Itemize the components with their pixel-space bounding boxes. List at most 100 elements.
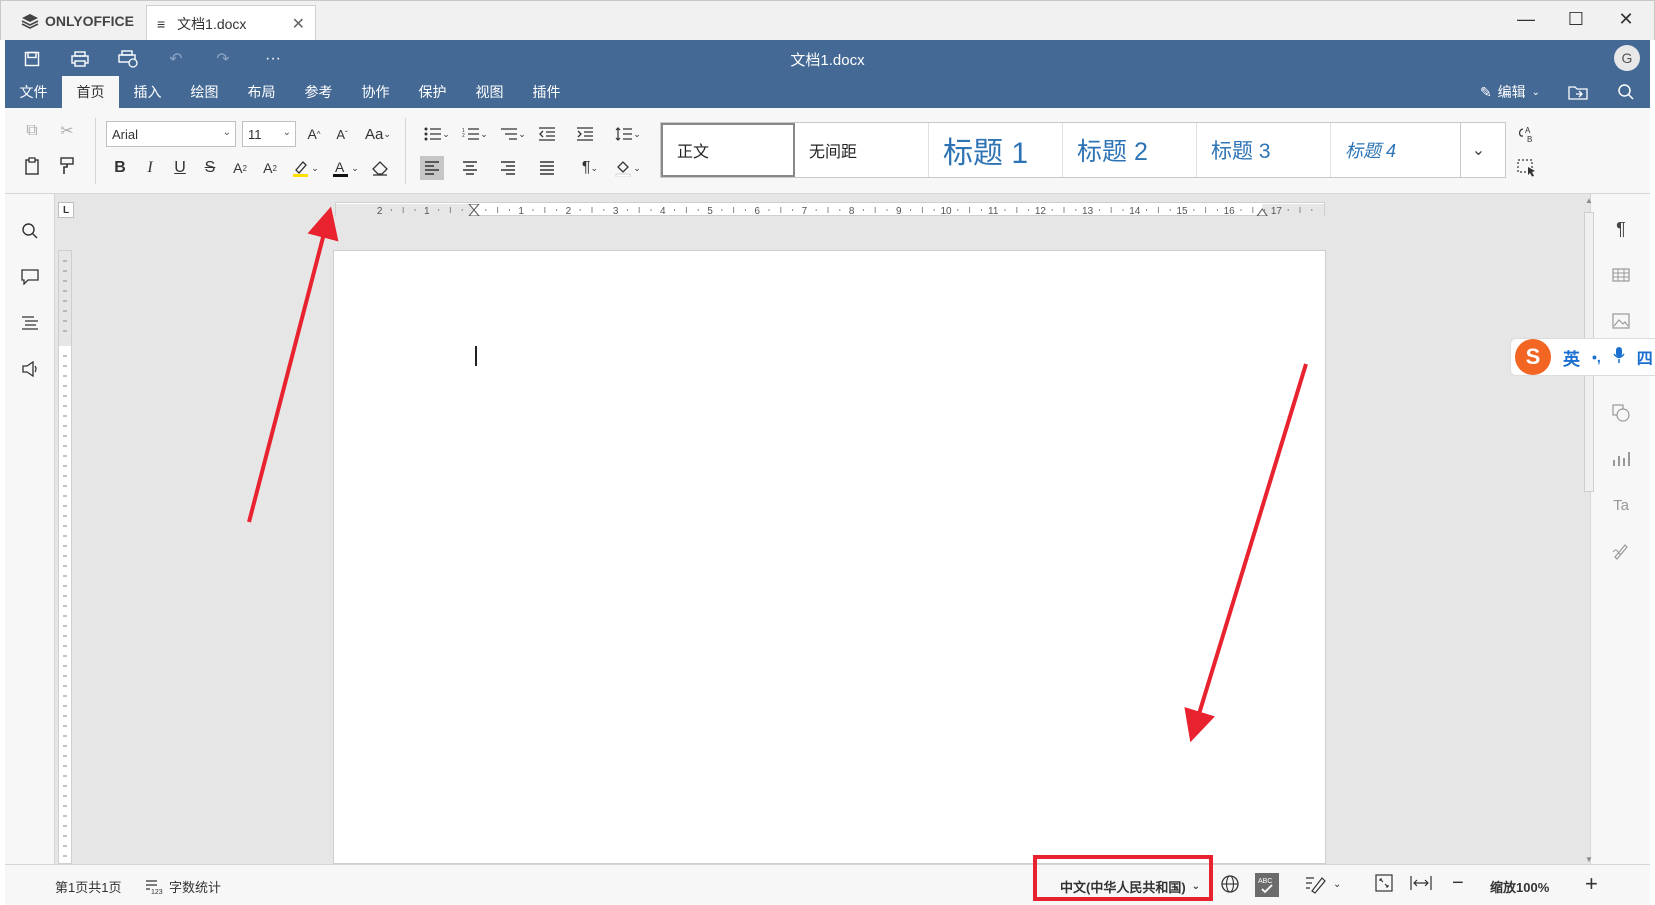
paste-icon[interactable]: [20, 154, 44, 178]
highlight-color-icon[interactable]: ⌄: [288, 156, 322, 180]
shape-settings-icon[interactable]: [1608, 400, 1634, 426]
signature-settings-icon[interactable]: [1608, 538, 1634, 564]
numbering-icon[interactable]: 1 2 ⌄: [458, 122, 492, 146]
style-gallery-expand-button[interactable]: ⌄: [1460, 122, 1496, 178]
decrease-indent-icon[interactable]: [535, 122, 559, 146]
minimize-button[interactable]: —: [1511, 9, 1541, 30]
copy-icon[interactable]: ⧉: [20, 119, 44, 143]
tab-layout[interactable]: 布局: [233, 76, 290, 108]
close-window-button[interactable]: ✕: [1611, 9, 1641, 30]
search-icon[interactable]: [1608, 76, 1644, 108]
tab-view[interactable]: 视图: [461, 76, 518, 108]
bold-icon[interactable]: B: [108, 156, 132, 180]
font-name-select[interactable]: Arial ⌄: [106, 121, 236, 147]
strikethrough-icon[interactable]: S: [198, 156, 222, 180]
microphone-icon[interactable]: [1613, 346, 1625, 369]
tab-references[interactable]: 参考: [290, 76, 347, 108]
style-heading-1[interactable]: 标题 1: [929, 123, 1063, 177]
track-changes-icon[interactable]: ⌄: [1305, 874, 1341, 894]
vertical-scrollbar[interactable]: ▲ ▼: [1582, 196, 1596, 864]
paragraph-shading-icon[interactable]: ⌄: [611, 156, 645, 180]
align-center-icon[interactable]: [458, 156, 482, 180]
text-art-settings-icon[interactable]: Ta: [1608, 492, 1634, 518]
nonprinting-characters-icon[interactable]: ¶ ⌄: [573, 156, 607, 180]
comments-icon[interactable]: [17, 264, 43, 290]
scroll-up-icon[interactable]: ▲: [1585, 196, 1593, 205]
increase-font-icon[interactable]: A ^: [302, 122, 326, 146]
document-tab[interactable]: ≡ 文档1.docx ✕: [146, 5, 316, 41]
horizontal-ruler[interactable]: 2 1 1 2 3 4 5 6 7 8 9 10 11 12 13 14 15 16 17: [335, 202, 1325, 217]
ime-extra-label[interactable]: 四: [1637, 345, 1653, 369]
open-location-icon[interactable]: [1560, 76, 1596, 108]
scroll-down-icon[interactable]: ▼: [1585, 855, 1593, 864]
fit-width-icon[interactable]: [1410, 874, 1432, 892]
line-spacing-icon[interactable]: ⌄: [611, 122, 645, 146]
style-no-spacing-label: 无间距: [809, 142, 858, 161]
fit-page-icon[interactable]: [1375, 874, 1393, 892]
style-heading-4[interactable]: 标题 4: [1331, 123, 1465, 177]
bullets-icon[interactable]: ⌄: [420, 122, 454, 146]
tab-file[interactable]: 文件: [5, 76, 62, 108]
feedback-icon[interactable]: [17, 356, 43, 382]
globe-icon[interactable]: [1220, 874, 1240, 894]
style-normal[interactable]: 正文: [661, 123, 795, 177]
italic-icon[interactable]: I: [138, 156, 162, 180]
table-settings-icon[interactable]: [1608, 262, 1634, 288]
ime-toolbar[interactable]: S 英 •, 四: [1510, 338, 1655, 376]
navigation-icon[interactable]: [17, 310, 43, 336]
menu-icon[interactable]: ≡: [157, 16, 165, 32]
word-count-button[interactable]: 123 字数统计: [145, 877, 221, 896]
tab-collaborate[interactable]: 协作: [347, 76, 404, 108]
sogou-logo-icon[interactable]: S: [1515, 339, 1551, 375]
underline-icon[interactable]: U: [168, 156, 192, 180]
clear-style-icon[interactable]: [368, 156, 392, 180]
font-color-icon[interactable]: A ⌄: [328, 156, 362, 180]
subscript-icon[interactable]: A2: [258, 156, 282, 180]
justify-icon[interactable]: [535, 156, 559, 180]
user-avatar[interactable]: G: [1614, 45, 1640, 71]
vertical-ruler[interactable]: [58, 250, 72, 864]
copy-style-icon[interactable]: [55, 154, 79, 178]
replace-icon[interactable]: AB: [1515, 122, 1539, 146]
zoom-level[interactable]: 缩放100%: [1490, 877, 1549, 896]
style-no-spacing[interactable]: 无间距: [795, 123, 929, 177]
chart-settings-icon[interactable]: [1608, 446, 1634, 472]
ime-punctuation-label[interactable]: •,: [1592, 349, 1601, 365]
close-tab-icon[interactable]: ✕: [292, 14, 305, 34]
edit-mode-button[interactable]: ✎ 编辑 ⌄: [1470, 76, 1550, 108]
chevron-down-icon: ⌄: [1471, 142, 1486, 159]
tab-insert[interactable]: 插入: [119, 76, 176, 108]
document-page[interactable]: [333, 250, 1326, 864]
select-all-icon[interactable]: [1515, 156, 1539, 180]
change-case-icon[interactable]: Aa ⌄: [360, 122, 396, 146]
style-heading-3[interactable]: 标题 3: [1197, 123, 1331, 177]
cut-icon[interactable]: ✂: [55, 119, 79, 143]
tab-draw[interactable]: 绘图: [176, 76, 233, 108]
tab-protect[interactable]: 保护: [404, 76, 461, 108]
image-settings-icon[interactable]: [1608, 308, 1634, 334]
font-size-select[interactable]: 11 ⌄: [242, 121, 296, 147]
tab-plugins[interactable]: 插件: [518, 76, 575, 108]
page-info[interactable]: 第1页共1页: [55, 877, 121, 896]
ruler-number: 8: [849, 206, 855, 216]
spell-check-icon[interactable]: ABC: [1255, 873, 1279, 897]
maximize-button[interactable]: ☐: [1561, 9, 1591, 30]
tab-stop-selector[interactable]: L: [58, 202, 74, 218]
style-heading-2[interactable]: 标题 2: [1063, 123, 1197, 177]
align-right-icon[interactable]: [496, 156, 520, 180]
word-count-icon: 123: [146, 879, 163, 895]
decrease-font-icon[interactable]: Aˇ: [330, 122, 354, 146]
paragraph-settings-icon[interactable]: ¶: [1608, 216, 1634, 242]
ime-mode-label[interactable]: 英: [1563, 345, 1580, 370]
align-left-icon[interactable]: [420, 156, 444, 180]
increase-indent-icon[interactable]: [573, 122, 597, 146]
ruler-number: 2: [566, 206, 572, 216]
style-heading-4-label: 标题 4: [1345, 141, 1397, 161]
superscript-icon[interactable]: A2: [228, 156, 252, 180]
zoom-in-button[interactable]: +: [1585, 871, 1598, 897]
tab-home[interactable]: 首页: [62, 76, 119, 108]
multilevel-list-icon[interactable]: ⌄: [496, 122, 530, 146]
app-name: ONLYOFFICE: [45, 13, 134, 29]
zoom-out-button[interactable]: −: [1452, 872, 1464, 895]
search-icon[interactable]: [17, 218, 43, 244]
